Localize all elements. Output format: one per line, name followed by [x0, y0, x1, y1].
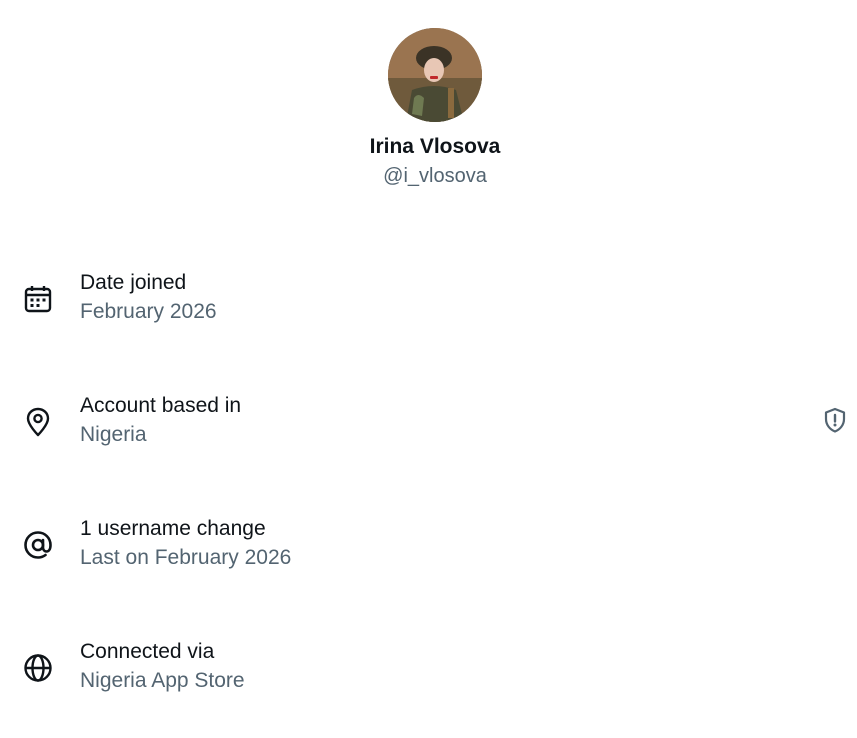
connected-via-label: Connected via [80, 640, 215, 663]
date-joined-row: Date joined February 2026 [0, 269, 857, 329]
username-change-value: Last on February 2026 [80, 546, 292, 569]
date-joined-label: Date joined [80, 271, 187, 294]
at-sign-icon [22, 529, 54, 561]
connected-via-text: Connected via Nigeria App Store [80, 638, 245, 696]
avatar[interactable] [388, 28, 482, 122]
date-joined-text: Date joined February 2026 [80, 269, 217, 327]
calendar-icon [22, 283, 54, 315]
date-joined-value: February 2026 [80, 300, 217, 323]
globe-icon [22, 652, 54, 684]
display-name: Irina Vlosova [369, 135, 501, 158]
account-based-in-row: Account based in Nigeria [0, 392, 857, 452]
username-change-text: 1 username change Last on February 2026 [80, 515, 291, 573]
connected-via-value: Nigeria App Store [80, 669, 245, 692]
username-change-label: 1 username change [80, 517, 266, 540]
profile-header: Irina Vlosova @i_vlosova [0, 28, 857, 188]
username-change-row: 1 username change Last on February 2026 [0, 515, 857, 575]
account-based-in-value: Nigeria [80, 423, 147, 446]
username-handle: @i_vlosova [383, 165, 487, 187]
connected-via-row: Connected via Nigeria App Store [0, 638, 857, 698]
account-based-in-label: Account based in [80, 394, 242, 417]
avatar-photo [388, 28, 482, 122]
account-based-in-text: Account based in Nigeria [80, 392, 241, 450]
shield-alert-icon[interactable] [821, 406, 849, 434]
location-pin-icon [22, 406, 54, 438]
